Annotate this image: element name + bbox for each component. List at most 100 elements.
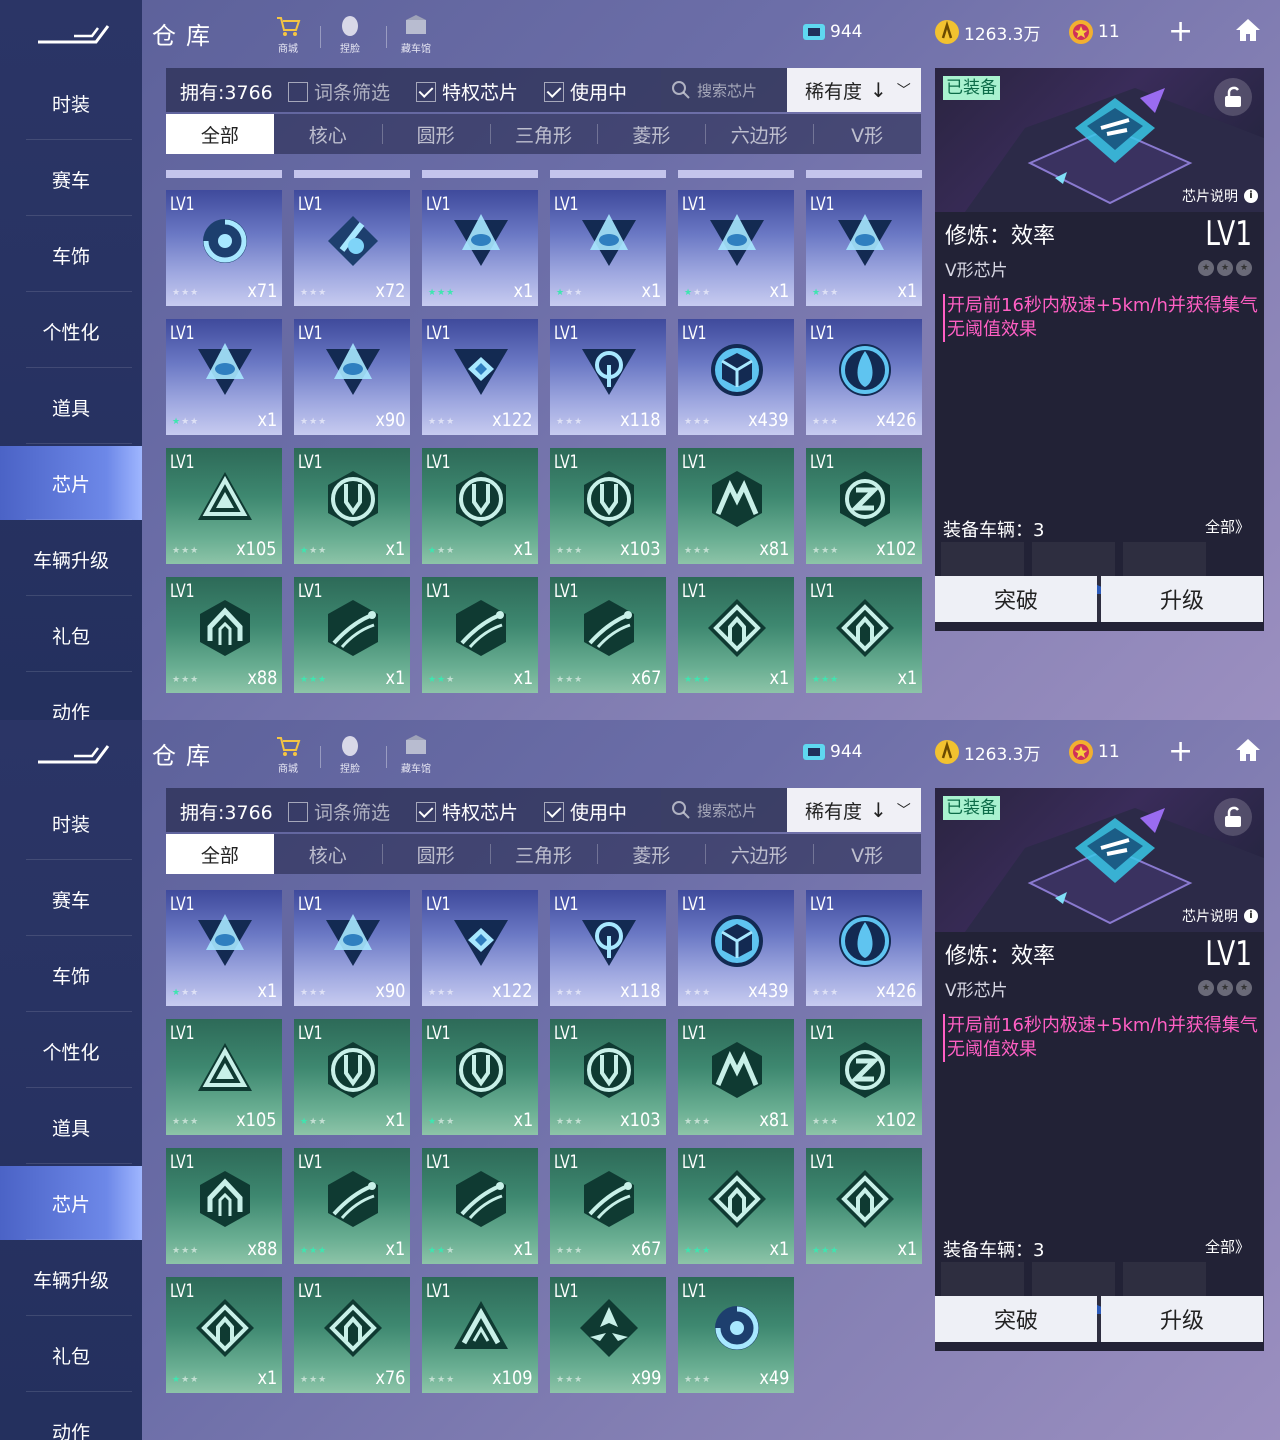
upgrade-button[interactable]: 升级 — [1101, 576, 1263, 622]
chip-card[interactable]: LV1 ★★★ x103 — [550, 1019, 666, 1135]
chip-card[interactable]: LV1 ★★★ x102 — [806, 1019, 922, 1135]
chip-card[interactable]: LV1 ★★★ x76 — [294, 1277, 410, 1393]
chip-card[interactable]: LV1 ★★★ x49 — [678, 1277, 794, 1393]
in-use-checkbox[interactable]: 使用中 — [544, 798, 627, 825]
chip-card[interactable]: LV1 ★★★ x109 — [422, 1277, 538, 1393]
face-edit-button[interactable]: 捏脸 — [330, 14, 370, 56]
chip-card[interactable]: LV1 ★★★ x67 — [550, 577, 666, 693]
sort-dropdown[interactable]: 稀有度 ↓ ﹀ — [787, 68, 921, 112]
tab-chip-type[interactable]: 菱形 — [597, 834, 705, 874]
chip-card[interactable]: LV1 ★★★ x88 — [166, 1148, 282, 1264]
tab-chip-type[interactable]: 圆形 — [381, 834, 490, 874]
chip-card[interactable]: LV1 ★★★ x1 — [166, 1277, 282, 1393]
chip-card[interactable]: LV1 ★★★ x81 — [678, 1019, 794, 1135]
sidebar-item[interactable]: 动作 — [0, 1394, 142, 1440]
chip-card-partial[interactable] — [806, 170, 922, 178]
sidebar-item[interactable]: 车饰 — [0, 218, 142, 292]
chip-card[interactable]: LV1 ★★★ x118 — [550, 319, 666, 435]
search-input[interactable]: 搜索芯片 — [661, 68, 787, 112]
chip-card[interactable]: LV1 ★★★ x122 — [422, 319, 538, 435]
sidebar-item[interactable]: 赛车 — [0, 862, 142, 936]
home-icon[interactable] — [1234, 736, 1262, 764]
chip-card[interactable]: LV1 ★★★ x1 — [422, 448, 538, 564]
chip-info-link[interactable]: 芯片说明 i — [1182, 906, 1258, 926]
chip-card[interactable]: LV1 ★★★ x1 — [422, 190, 538, 306]
chip-card-partial[interactable] — [422, 170, 538, 178]
sort-dropdown[interactable]: 稀有度 ↓ ﹀ — [787, 788, 921, 832]
view-all-vehicles-link[interactable]: 全部》 — [1205, 516, 1250, 537]
break-button[interactable]: 突破 — [935, 1296, 1097, 1342]
sidebar-item[interactable]: 芯片 — [0, 446, 142, 520]
chip-card[interactable]: LV1 ★★★ x1 — [422, 1019, 538, 1135]
home-icon[interactable] — [1234, 16, 1262, 44]
tab-chip-type[interactable]: 菱形 — [597, 114, 705, 154]
tab-chip-type[interactable]: V形 — [813, 114, 921, 154]
upgrade-button[interactable]: 升级 — [1101, 1296, 1263, 1342]
view-all-vehicles-link[interactable]: 全部》 — [1205, 1236, 1250, 1257]
chip-card[interactable]: LV1 ★★★ x439 — [678, 319, 794, 435]
tab-chip-type[interactable]: 三角形 — [489, 114, 598, 154]
chip-card[interactable]: LV1 ★★★ x99 — [550, 1277, 666, 1393]
chip-card[interactable]: LV1 ★★★ x1 — [294, 1019, 410, 1135]
chip-info-link[interactable]: 芯片说明 i — [1182, 186, 1258, 206]
sidebar-item[interactable]: 道具 — [0, 1090, 142, 1164]
sidebar-item[interactable]: 车饰 — [0, 938, 142, 1012]
chip-card[interactable]: LV1 ★★★ x118 — [550, 890, 666, 1006]
garage-button[interactable]: 藏车馆 — [396, 14, 436, 56]
sidebar-item[interactable]: 个性化 — [0, 294, 142, 368]
chip-card[interactable]: LV1 ★★★ x1 — [806, 190, 922, 306]
chip-card[interactable]: LV1 ★★★ x72 — [294, 190, 410, 306]
chip-card[interactable]: LV1 ★★★ x67 — [550, 1148, 666, 1264]
chip-card[interactable]: LV1 ★★★ x105 — [166, 1019, 282, 1135]
chip-card[interactable]: LV1 ★★★ x1 — [678, 1148, 794, 1264]
chip-card[interactable]: LV1 ★★★ x81 — [678, 448, 794, 564]
lock-button[interactable] — [1214, 78, 1252, 116]
chip-card[interactable]: LV1 ★★★ x71 — [166, 190, 282, 306]
chip-card[interactable]: LV1 ★★★ x1 — [294, 1148, 410, 1264]
tab-chip-type[interactable]: 六边形 — [705, 114, 813, 154]
chip-card[interactable]: LV1 ★★★ x90 — [294, 890, 410, 1006]
chip-card-partial[interactable] — [294, 170, 410, 178]
tab-chip-type[interactable]: 六边形 — [705, 834, 813, 874]
tab-chip-type[interactable]: 核心 — [274, 834, 382, 874]
chip-card[interactable]: LV1 ★★★ x426 — [806, 890, 922, 1006]
sidebar-item[interactable]: 礼包 — [0, 1318, 142, 1392]
sidebar-item[interactable]: 车辆升级 — [0, 1242, 142, 1316]
sidebar-item[interactable]: 礼包 — [0, 598, 142, 672]
chip-card[interactable]: LV1 ★★★ x105 — [166, 448, 282, 564]
chip-card[interactable]: LV1 ★★★ x439 — [678, 890, 794, 1006]
tab-chip-type[interactable]: 三角形 — [489, 834, 598, 874]
in-use-checkbox[interactable]: 使用中 — [544, 78, 627, 105]
chip-card[interactable]: LV1 ★★★ x1 — [806, 577, 922, 693]
term-filter-checkbox[interactable]: 词条筛选 — [288, 798, 390, 825]
chip-card[interactable]: LV1 ★★★ x122 — [422, 890, 538, 1006]
privilege-chip-checkbox[interactable]: 特权芯片 — [416, 798, 518, 825]
search-input[interactable]: 搜索芯片 — [661, 788, 787, 832]
chip-card[interactable]: LV1 ★★★ x1 — [294, 577, 410, 693]
sidebar-item[interactable]: 动作 — [0, 674, 142, 721]
chip-card[interactable]: LV1 ★★★ x1 — [678, 190, 794, 306]
chip-card[interactable]: LV1 ★★★ x88 — [166, 577, 282, 693]
sidebar-item[interactable]: 个性化 — [0, 1014, 142, 1088]
tab-chip-type[interactable]: 圆形 — [381, 114, 490, 154]
tab-chip-type[interactable]: 全部 — [166, 834, 274, 874]
shop-button[interactable]: 商城 — [268, 14, 308, 56]
chip-card[interactable]: LV1 ★★★ x1 — [166, 319, 282, 435]
face-edit-button[interactable]: 捏脸 — [330, 734, 370, 776]
add-currency-button[interactable]: + — [1168, 17, 1193, 47]
chip-card[interactable]: LV1 ★★★ x103 — [550, 448, 666, 564]
chip-card[interactable]: LV1 ★★★ x102 — [806, 448, 922, 564]
chip-card[interactable]: LV1 ★★★ x1 — [294, 448, 410, 564]
sidebar-item[interactable]: 时装 — [0, 66, 142, 140]
privilege-chip-checkbox[interactable]: 特权芯片 — [416, 78, 518, 105]
chip-card-partial[interactable] — [166, 170, 282, 178]
chip-card-partial[interactable] — [550, 170, 666, 178]
sidebar-item[interactable]: 时装 — [0, 786, 142, 860]
lock-button[interactable] — [1214, 798, 1252, 836]
chip-card[interactable]: LV1 ★★★ x1 — [422, 577, 538, 693]
chip-card[interactable]: LV1 ★★★ x426 — [806, 319, 922, 435]
tab-chip-type[interactable]: V形 — [813, 834, 921, 874]
chip-card-partial[interactable] — [678, 170, 794, 178]
chip-card[interactable]: LV1 ★★★ x1 — [422, 1148, 538, 1264]
shop-button[interactable]: 商城 — [268, 734, 308, 776]
